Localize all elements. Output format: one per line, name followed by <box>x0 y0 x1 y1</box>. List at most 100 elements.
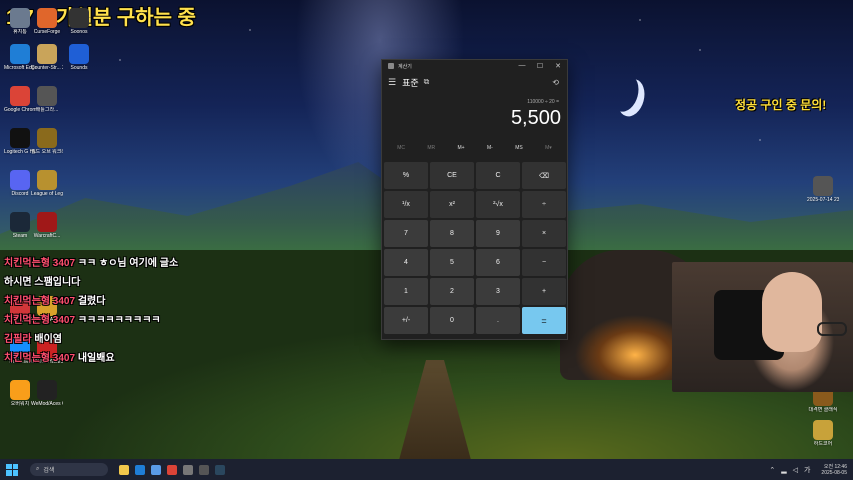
decimal-key[interactable]: . <box>476 307 520 334</box>
digit-3-key[interactable]: 3 <box>476 278 520 305</box>
chat-message: 치킨먹는형 3407 내일봬요 <box>4 349 264 368</box>
desktop-icon[interactable]: Counter-Str... 2 <box>31 44 63 71</box>
chat-username: 김필라 <box>4 334 35 345</box>
desktop-icon-label: WeMod/Aces Companion <box>31 401 63 407</box>
taskbar-search[interactable]: ⌕ 검색 <box>30 463 108 476</box>
desktop-icon-label: 하드코어 <box>813 441 833 447</box>
digit-2-key[interactable]: 2 <box>430 278 474 305</box>
search-icon: ⌕ <box>36 466 40 472</box>
reciprocal-key[interactable]: ¹/x <box>384 191 428 218</box>
chat-message: 김필라 배이염 <box>4 330 264 349</box>
memory-button[interactable]: MS <box>515 145 523 151</box>
minimize-button[interactable]: — <box>513 62 531 70</box>
desktop-icon[interactable]: 배틀그라... <box>31 86 63 113</box>
calculator-titlebar[interactable]: 계산기 — ☐ ✕ <box>382 60 567 72</box>
memory-button[interactable]: M+ <box>458 145 465 151</box>
cs2-icon <box>37 44 57 64</box>
edge-icon <box>10 44 30 64</box>
system-tray: ⌃ ▂ ◁ 가 오전 12:46 2025-08-05 <box>766 464 847 476</box>
clear-key[interactable]: C <box>476 162 520 189</box>
backspace-key[interactable]: ⌫ <box>522 162 566 189</box>
desktop-icon[interactable]: 하드코어 <box>807 420 839 447</box>
memory-button[interactable]: MR <box>427 145 435 151</box>
chrome-icon[interactable] <box>167 464 177 475</box>
navigation-menu-icon[interactable]: ☰ <box>388 77 396 88</box>
input-language[interactable]: 가 <box>804 465 810 475</box>
digit-5-key[interactable]: 5 <box>430 249 474 276</box>
curseforge-icon <box>37 8 57 28</box>
add-key[interactable]: + <box>522 278 566 305</box>
digit-6-key[interactable]: 6 <box>476 249 520 276</box>
maximize-button[interactable]: ☐ <box>531 62 549 70</box>
window-title: 계산기 <box>398 63 412 70</box>
edge-icon[interactable] <box>135 464 145 475</box>
video-file-icon <box>813 176 833 196</box>
percent-key[interactable]: % <box>384 162 428 189</box>
desktop-icon[interactable]: 월드 오브 워크래프트 <box>31 128 63 155</box>
memory-row: MC MR M+ M- MS M▾ <box>382 141 567 155</box>
start-button[interactable] <box>6 463 18 476</box>
network-icon[interactable]: ▂ <box>781 466 786 474</box>
memory-button[interactable]: M▾ <box>545 145 552 151</box>
digit-8-key[interactable]: 8 <box>430 220 474 247</box>
desktop-icon[interactable]: WarcraftC... <box>31 212 63 239</box>
close-button[interactable]: ✕ <box>549 62 567 70</box>
chat-text: 하시면 스팸입니다 <box>4 277 81 288</box>
desktop-icon-label: CurseForge <box>33 29 61 35</box>
chat-username: 치킨먹는형 3407 <box>4 353 78 364</box>
recycle-bin-icon <box>10 8 30 28</box>
clock-date: 2025-08-05 <box>821 469 847 476</box>
result-display: 5,500 <box>510 107 561 129</box>
store-icon[interactable] <box>151 464 161 475</box>
desktop-icon[interactable]: Sounds <box>63 44 95 71</box>
clear-entry-key[interactable]: CE <box>430 162 474 189</box>
chat-username: 치킨먹는형 3407 <box>4 258 78 269</box>
file-explorer-icon[interactable] <box>119 464 129 475</box>
sqrt-key[interactable]: ²√x <box>476 191 520 218</box>
digit-9-key[interactable]: 9 <box>476 220 520 247</box>
equals-key[interactable]: = <box>522 307 566 334</box>
search-placeholder: 검색 <box>43 468 55 474</box>
multiply-key[interactable]: × <box>522 220 566 247</box>
subtract-key[interactable]: − <box>522 249 566 276</box>
desktop-icon-label: Sounds <box>70 65 88 71</box>
sounds-icon <box>69 44 89 64</box>
history-icon[interactable]: ⟲ <box>552 78 559 87</box>
memory-button[interactable]: MC <box>397 145 405 151</box>
ghub-icon[interactable] <box>183 464 193 475</box>
chat-message: 치킨먹는형 3407 걸렸다 <box>4 292 264 311</box>
negate-key[interactable]: +/- <box>384 307 428 334</box>
square-key[interactable]: x² <box>430 191 474 218</box>
digit-0-key[interactable]: 0 <box>430 307 474 334</box>
chevron-up-icon[interactable]: ⌃ <box>769 466 775 474</box>
chat-text: 배이염 <box>34 334 62 345</box>
desktop-icon[interactable]: League of Legends <box>31 170 63 197</box>
mode-title: 표준 <box>402 77 419 88</box>
chat-username: 치킨먹는형 3407 <box>4 296 78 307</box>
clock-time: 오전 12:46 <box>823 463 847 470</box>
memory-button[interactable]: M- <box>487 145 493 151</box>
calculator-icon[interactable] <box>199 464 209 475</box>
companion-icon <box>37 380 57 400</box>
desktop-icon[interactable]: Soonos <box>63 8 95 35</box>
divide-key[interactable]: ÷ <box>522 191 566 218</box>
webcam-overlay <box>672 262 853 392</box>
discord-icon <box>10 170 30 190</box>
taskbar: ⌕ 검색 ⌃ ▂ ◁ 가 오전 12:46 2025-08-05 <box>0 459 853 480</box>
desktop-icon-label: Counter-Str... 2 <box>31 65 63 71</box>
digit-7-key[interactable]: 7 <box>384 220 428 247</box>
desktop-icon[interactable]: WeMod/Aces Companion <box>31 380 63 407</box>
digit-1-key[interactable]: 1 <box>384 278 428 305</box>
chat-text: 내일봬요 <box>77 353 115 364</box>
taskbar-clock[interactable]: 오전 12:46 2025-08-05 <box>821 464 847 476</box>
digit-4-key[interactable]: 4 <box>384 249 428 276</box>
calculator-window: 계산기 — ☐ ✕ ☰ 표준 ⧉ ⟲ 110000 ÷ 20 = 5,500 M… <box>381 59 568 340</box>
stream-chat-overlay: 치킨먹는형 3407 ㅋㅋ ㅎㅇ님 여기에 글소 하시면 스팸입니다 치킨먹는형 3… <box>4 254 264 368</box>
keep-on-top-icon[interactable]: ⧉ <box>424 77 430 87</box>
ghub-icon <box>10 128 30 148</box>
volume-icon[interactable]: ◁ <box>793 466 798 474</box>
steam-icon[interactable] <box>215 464 225 475</box>
desktop-icon[interactable]: 2025-07-14 23-51-17 -... <box>807 176 839 203</box>
calculator-app-icon <box>388 63 394 69</box>
desktop-icon[interactable]: CurseForge <box>31 8 63 35</box>
